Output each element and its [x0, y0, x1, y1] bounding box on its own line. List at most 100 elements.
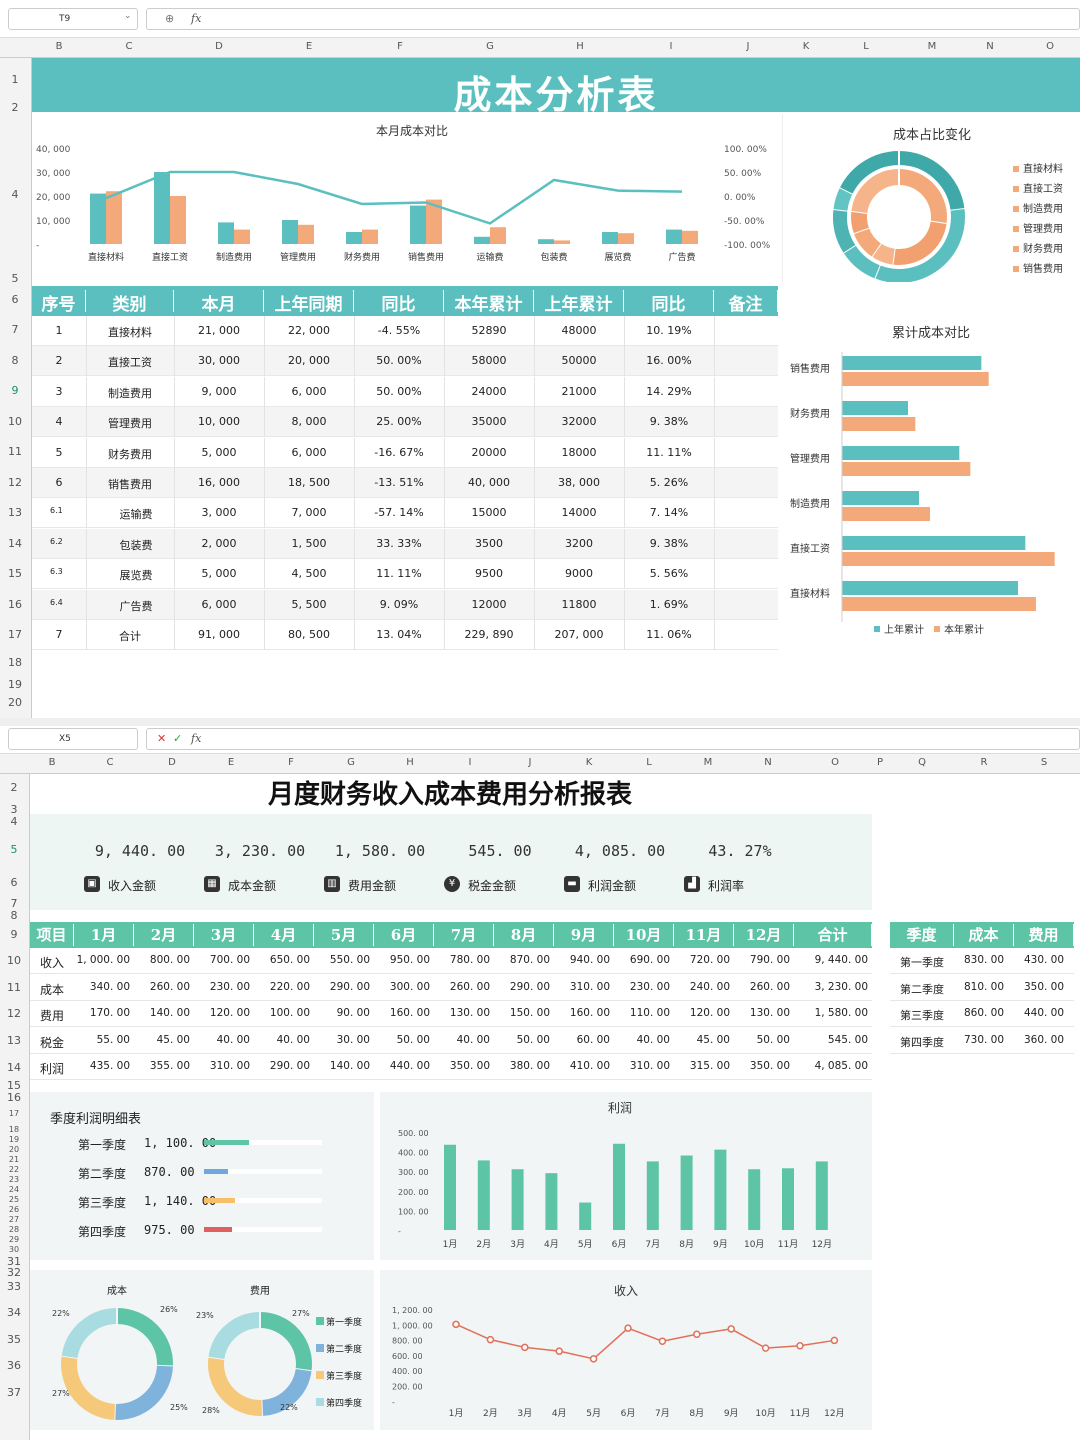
x-tick-label: 3月 — [517, 1408, 532, 1419]
x-tick-label: 4月 — [552, 1408, 567, 1419]
table-row[interactable]: 5 财务费用 5, 000 6, 000 -16. 67% 20000 18000 11. 1… — [32, 437, 778, 468]
fx-icon[interactable]: fx — [191, 729, 201, 749]
cell-border — [534, 468, 535, 498]
y-tick-label: 200. 00 — [398, 1188, 429, 1197]
cancel-icon[interactable]: ✕ — [157, 729, 166, 749]
table-row[interactable]: 成本 340. 00 260. 00 230. 00 220. 00 290. 00 300… — [30, 974, 872, 1001]
legend-swatch — [934, 626, 940, 632]
table-cell: -4. 55% — [377, 324, 421, 337]
table-row[interactable]: 6.3 展览费 5, 000 4, 500 11. 11% 9500 9000 5. 56% — [32, 559, 778, 590]
formula-input[interactable]: ✕ ✓ fx — [146, 728, 1080, 750]
table-cell: 120. 00 — [209, 1007, 250, 1020]
table-cell: 50. 00% — [376, 354, 422, 368]
cell-border — [714, 346, 715, 377]
name-box[interactable]: X5 — [8, 728, 138, 750]
formula-input[interactable]: ⊕ fx — [146, 8, 1080, 30]
bar-this-month — [538, 239, 554, 244]
table-row[interactable]: 1 直接材料 21, 000 22, 000 -4. 55% 52890 48000 10. … — [32, 316, 778, 346]
legend-swatch — [1013, 166, 1019, 172]
row-label: 16 — [8, 598, 22, 611]
cell-border — [86, 346, 87, 377]
revenue-line — [455, 1323, 835, 1360]
table-row[interactable]: 第四季度 730. 00 360. 00 — [890, 1028, 1074, 1054]
cell-border — [264, 437, 265, 468]
legend-item: 直接材料 — [1013, 160, 1063, 180]
cell-border — [86, 468, 87, 498]
bar-this-month — [218, 222, 234, 244]
row-label: 19 — [8, 1135, 20, 1144]
y-tick-label: 直接工资 — [790, 542, 830, 555]
table-row[interactable]: 第二季度 810. 00 350. 00 — [890, 975, 1074, 1001]
column-header-cell: 1月 — [74, 924, 134, 946]
cell-border — [264, 316, 265, 346]
table-cell: 9. 38% — [649, 536, 689, 550]
table-cell: 9. 09% — [379, 597, 419, 611]
cell-border — [534, 559, 535, 590]
table-row[interactable]: 3 制造费用 9, 000 6, 000 50. 00% 24000 21000 14. 29… — [32, 376, 778, 407]
table-cell: 290. 00 — [509, 980, 550, 993]
table-cell: 管理费用 — [108, 417, 152, 431]
legend-label: 第三季度 — [326, 1370, 362, 1382]
chevron-down-icon[interactable]: ⌄ — [124, 11, 132, 21]
column-header-cell: 季度 — [890, 924, 954, 946]
table-row[interactable]: 第一季度 830. 00 430. 00 — [890, 948, 1074, 974]
row-label: 28 — [8, 1225, 20, 1234]
table-cell: 5. 56% — [649, 567, 689, 581]
folder-money-icon: ▬ — [564, 876, 580, 892]
row-label: 9 — [11, 384, 19, 397]
table-row[interactable]: 利润 435. 00 355. 00 310. 00 290. 00 140. 00 440… — [30, 1054, 872, 1081]
cell-border — [624, 407, 625, 438]
table-row[interactable]: 收入 1, 000. 00 800. 00 700. 00 650. 00 550. 00… — [30, 948, 872, 974]
table-row[interactable]: 2 直接工资 30, 000 20, 000 50. 00% 58000 50000 16. … — [32, 346, 778, 377]
cell-border — [174, 498, 175, 529]
legend-swatch — [316, 1371, 324, 1379]
table-cell: 800. 00 — [149, 954, 190, 966]
legend-label: 上年累计 — [884, 623, 924, 636]
table-cell: 1 — [55, 324, 63, 337]
row-label: 12 — [8, 476, 22, 489]
table-row[interactable]: 6 销售费用 16, 000 18, 500 -13. 51% 40, 000 38, 00… — [32, 468, 778, 498]
profit-bar — [646, 1161, 659, 1230]
table-cell: 22, 000 — [288, 324, 330, 337]
cell-border — [714, 407, 715, 438]
table-row[interactable]: 费用 170. 00 140. 00 120. 00 100. 00 90. 00 160.… — [30, 1001, 872, 1028]
legend-label: 直接材料 — [1023, 164, 1063, 175]
slice-label: 28% — [202, 1406, 220, 1415]
table-row[interactable]: 6.2 包装费 2, 000 1, 500 33. 33% 3500 3200 9. 38% — [32, 528, 778, 559]
revenue-point — [624, 1324, 632, 1332]
table-row[interactable]: 6.4 广告费 6, 000 5, 500 9. 09% 12000 11800 1. 69% — [32, 589, 778, 620]
table-cell: 25. 00% — [376, 415, 422, 429]
column-label: H — [576, 41, 584, 52]
zoom-icon[interactable]: ⊕ — [165, 9, 174, 29]
table-cell: 14000 — [561, 506, 597, 520]
table-row[interactable]: 4 管理费用 10, 000 8, 000 25. 00% 35000 32000 9. 38… — [32, 407, 778, 438]
column-header-cell: 4月 — [254, 924, 314, 946]
table-row[interactable]: 税金 55. 00 45. 00 40. 00 40. 00 30. 00 50. 00 40… — [30, 1027, 872, 1054]
legend-swatch — [316, 1317, 324, 1325]
donut-segment — [208, 1312, 261, 1360]
table-cell: 税金 — [39, 1035, 64, 1050]
table-cell: 9, 440. 00 — [814, 954, 868, 966]
bar-this-month — [666, 229, 682, 244]
y-tick-label: 财务费用 — [790, 407, 830, 420]
table-cell: 第四季度 — [900, 1035, 944, 1049]
confirm-icon[interactable]: ✓ — [173, 729, 182, 749]
bar-last-year — [362, 229, 378, 244]
table-cell: 310. 00 — [629, 1060, 670, 1073]
table-cell: 1, 000. 00 — [76, 954, 130, 966]
fx-icon[interactable]: fx — [191, 9, 201, 29]
x-tick-label: 6月 — [621, 1408, 636, 1419]
table-row[interactable]: 第三季度 860. 00 440. 00 — [890, 1001, 1074, 1028]
kpi-value: 43. 27% — [708, 842, 772, 860]
y-tick-label: 600. 00 — [392, 1352, 423, 1361]
table-cell: 220. 00 — [269, 980, 310, 993]
cell-border — [444, 468, 445, 498]
kpi-label: 费用金额 — [348, 879, 397, 893]
table-row[interactable]: 7 合计 91, 000 80, 500 13. 04% 229, 890 207, 000… — [32, 620, 778, 650]
donuts-svg: 成本 26% 25% 27% 22% 费用 27% 22% 28% 23% 第一季度第二季度第三季度… — [52, 1284, 362, 1421]
table-row[interactable]: 6.1 运输费 3, 000 7, 000 -57. 14% 15000 14000 7. 1… — [32, 498, 778, 529]
table-cell: 35000 — [471, 415, 507, 429]
table-cell: 32000 — [561, 415, 597, 429]
table-cell: 20000 — [471, 445, 507, 459]
name-box[interactable]: T9 — [8, 8, 138, 30]
